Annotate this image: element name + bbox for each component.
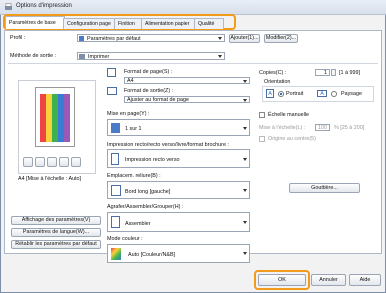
tab-page-setup[interactable]: Configuration page [63,18,117,29]
staple-value: Assembler [125,221,151,227]
binding-select[interactable]: Bord long [gauche] [107,181,250,199]
binding-label: Emplacem. reliure(B) : [107,173,161,179]
title-bar: Options d'impression [0,0,386,15]
staple-preview-icon[interactable] [71,157,81,167]
output-size-label: Format de sortie(Z) : [124,88,174,94]
preview-sheet [35,87,75,147]
color-mode-value: Auto [Couleur/N&B] [128,252,176,258]
page-size-select[interactable]: A4 [124,77,250,84]
scale-label: Mise à l'échelle(L) : [259,125,306,131]
gutter-button[interactable]: Gouttière... [289,183,360,193]
chevron-down-icon [243,99,247,102]
page-size-icon [107,68,116,77]
staple-select[interactable]: Assembler [107,212,250,232]
manual-scaling-checkbox[interactable] [259,112,265,118]
preview-caption: A4 [Mise à l'échelle : Auto] [18,176,82,182]
tab-finishing[interactable]: Finition [114,18,144,29]
ok-button[interactable]: OK [258,274,306,286]
collate-icon [111,216,120,228]
scale-range: % [25 à 200] [334,125,365,131]
duplex-icon [111,153,119,165]
nup-select[interactable]: 1 sur 1 [107,119,250,136]
output-size-icon [107,87,117,95]
chevron-down-icon [243,221,247,224]
separator [8,63,378,64]
output-method-select[interactable]: Imprimer [77,52,225,60]
page-preview [18,80,96,174]
profile-label: Profil : [10,35,26,41]
landscape-radio[interactable] [331,91,337,97]
binding-value: Bord long [gauche] [125,189,171,195]
landscape-icon: A [317,90,327,97]
color-mode-icon [111,248,121,260]
profile-icon [79,36,84,41]
output-method-label: Méthode de sortie : [10,53,57,59]
double-page-icon[interactable] [35,157,45,167]
tab-paper-source[interactable]: Alimentation papier [141,18,197,29]
output-size-value: Ajuster au format de page [127,97,190,103]
page-size-value: A4 [127,78,134,84]
origin-center-label: Origine au centre(5) [268,136,316,142]
language-settings-button[interactable]: Paramètres de langue(W)... [11,228,101,237]
restore-defaults-button[interactable]: Rétablir les paramètres par défaut [11,240,101,249]
chevron-down-icon [243,80,247,83]
cancel-button[interactable]: Annuler [311,274,346,286]
view-settings-button[interactable]: Affichage des paramètres(V) [11,216,101,225]
portrait-icon: A [266,89,274,98]
output-method-value: Imprimer [88,54,110,60]
scale-input[interactable]: 100 [315,124,330,131]
profile-select[interactable]: Paramètres par défaut [77,34,225,42]
portrait-label: Portrait [286,91,304,97]
duplex-label: Impression recto/recto verso/livre/forma… [107,142,229,148]
preview-toolbar [23,157,91,169]
duplex-value: Impression recto verso [125,157,180,163]
orientation-label: Orientation [264,79,291,85]
copies-input[interactable]: 1 [315,69,330,76]
binding-icon [111,185,121,196]
page-size-label: Format de page(S) : [124,69,173,75]
nup-value: 1 sur 1 [125,126,142,132]
profile-value: Paramètres par défaut [87,36,141,42]
color-mode-select[interactable]: Auto [Couleur/N&B] [107,244,250,263]
color-mode-label: Mode couleur : [107,236,143,242]
manual-scaling-label: Échelle manuelle [268,112,310,118]
edit-profile-button[interactable]: Modifier(2)... [264,34,298,43]
output-size-select[interactable]: Ajuster au format de page [124,96,250,103]
chevron-down-icon [218,55,222,58]
copies-range: [1 à 999] [339,70,360,76]
tab-basic-settings[interactable]: Paramètres de base [5,16,65,29]
tab-bar: Paramètres de base Configuration page Fi… [3,14,382,30]
add-profile-button[interactable]: Ajouter(1)... [229,34,260,43]
tab-quality[interactable]: Qualité [194,18,224,29]
copies-label: Copies(C) : [259,70,287,76]
printer-app-icon [5,3,12,10]
origin-center-checkbox[interactable] [259,136,265,142]
single-page-icon[interactable] [23,157,33,167]
chevron-down-icon [243,189,247,192]
copies-spinner[interactable] [331,69,336,76]
window-title: Options d'impression [16,3,72,9]
chevron-down-icon [243,252,247,255]
booklet-icon[interactable] [59,157,69,167]
chevron-down-icon [243,127,247,130]
nup-label: Mise en page(Y) : [107,111,150,117]
nup-icon [111,123,120,133]
printer-icon [79,54,85,59]
help-button[interactable]: Aide [349,274,381,286]
toner-save-icon[interactable] [47,157,57,167]
duplex-select[interactable]: Impression recto verso [107,149,250,168]
chevron-down-icon [243,158,247,161]
chevron-down-icon [218,37,222,40]
staple-label: Agrafer/Assembler/Grouper(H) : [107,204,184,210]
preview-image [40,94,70,142]
portrait-radio[interactable] [278,91,284,97]
landscape-label: Paysage [341,91,362,97]
